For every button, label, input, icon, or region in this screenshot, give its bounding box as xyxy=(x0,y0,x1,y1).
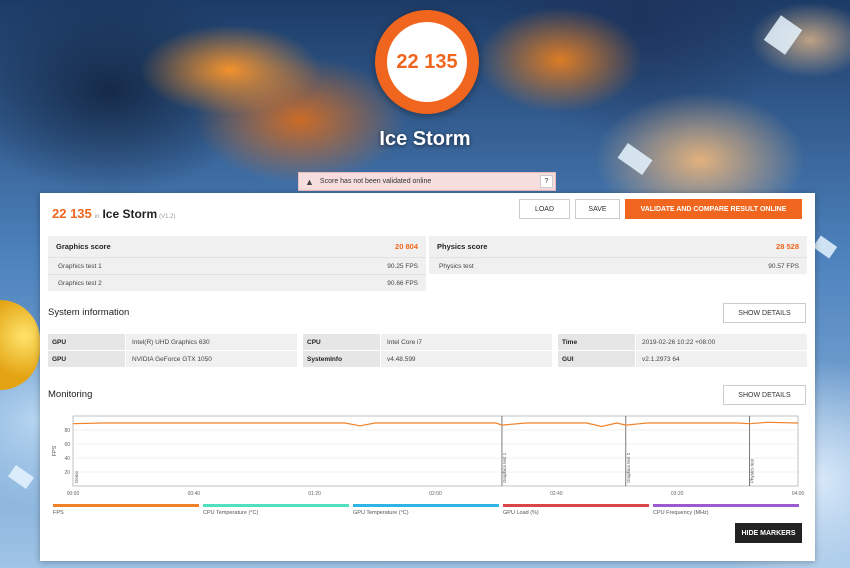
background-decoration xyxy=(0,300,40,390)
y-axis-label: FPS xyxy=(52,445,58,456)
x-tick-label: 00:40 xyxy=(188,491,201,497)
ice-crystal xyxy=(7,464,35,490)
graphics-test-1-value: 90.25 FPS xyxy=(387,262,418,270)
info-value: v2.1.2973 64 xyxy=(636,351,807,367)
legend-label: CPU Temperature (°C) xyxy=(203,510,259,516)
legend-label: GPU Temperature (°C) xyxy=(353,510,409,516)
system-info-group: CPU Intel Core i7 SystemInfo v4.48.599 xyxy=(303,334,552,368)
header-in: in xyxy=(94,214,100,220)
x-tick-label: 00:00 xyxy=(67,491,80,497)
physics-score-label: Physics score xyxy=(437,242,488,251)
system-info-row: CPU Intel Core i7 xyxy=(303,334,552,350)
physics-test-label: Physics test xyxy=(439,262,474,270)
x-tick-label: 02:40 xyxy=(550,491,563,497)
legend-item[interactable]: CPU Frequency (MHz) xyxy=(653,504,799,518)
chart-marker-label: Physics test xyxy=(750,458,755,483)
system-info-row: GPU Intel(R) UHD Graphics 630 xyxy=(48,334,297,350)
validate-button[interactable]: VALIDATE AND COMPARE RESULT ONLINE xyxy=(625,199,802,219)
system-info-row: GUI v2.1.2973 64 xyxy=(558,351,807,367)
system-info-title: System information xyxy=(48,307,130,318)
score-value: 22 135 xyxy=(387,22,467,102)
validation-warning: ▲ Score has not been validated online ? xyxy=(298,172,556,191)
legend-color-bar xyxy=(203,504,349,507)
info-value: Intel Core i7 xyxy=(381,334,552,350)
info-value: v4.48.599 xyxy=(381,351,552,367)
y-tick-label: 60 xyxy=(64,442,70,448)
monitoring-title: Monitoring xyxy=(48,389,93,400)
ice-crystal xyxy=(763,15,803,55)
graphics-test-2-label: Graphics test 2 xyxy=(58,279,102,287)
graphics-score-value: 20 804 xyxy=(395,242,418,251)
legend-label: GPU Load (%) xyxy=(503,510,539,516)
y-tick-label: 40 xyxy=(64,456,70,462)
info-key: GPU xyxy=(48,351,125,367)
info-key: GUI xyxy=(558,351,635,367)
graphics-test-1-row: Graphics test 1 90.25 FPS xyxy=(48,257,426,274)
legend-color-bar xyxy=(653,504,799,507)
chart-plot-area xyxy=(72,415,799,487)
info-key: CPU xyxy=(303,334,380,350)
legend-label: FPS xyxy=(53,510,64,516)
score-badge: 22 135 xyxy=(375,10,479,114)
physics-score-box: Physics score 28 528 Physics test 90.57 … xyxy=(429,236,807,274)
graphics-score-box: Graphics score 20 804 Graphics test 1 90… xyxy=(48,236,426,291)
info-key: GPU xyxy=(48,334,125,350)
info-value: NVIDIA GeForce GTX 1050 xyxy=(126,351,297,367)
info-key: SystemInfo xyxy=(303,351,380,367)
x-tick-label: 01:20 xyxy=(308,491,321,497)
header-score: 22 135 xyxy=(52,206,92,221)
monitoring-legend: FPS CPU Temperature (°C) GPU Temperature (… xyxy=(53,504,803,518)
chart-marker-label: Graphics test 1 xyxy=(502,452,507,483)
legend-item[interactable]: GPU Load (%) xyxy=(503,504,649,518)
y-tick-label: 20 xyxy=(64,470,70,476)
legend-color-bar xyxy=(53,504,199,507)
header-test-name: Ice Storm xyxy=(102,207,158,221)
graphics-test-2-value: 90.66 FPS xyxy=(387,279,418,287)
save-button[interactable]: SAVE xyxy=(575,199,620,219)
info-value: 2019-02-26 10:22 +08:00 xyxy=(636,334,807,350)
x-tick-label: 02:00 xyxy=(429,491,442,497)
system-info-row: Time 2019-02-26 10:22 +08:00 xyxy=(558,334,807,350)
legend-color-bar xyxy=(353,504,499,507)
chart-marker-label: Graphics test 2 xyxy=(626,452,631,483)
warning-icon: ▲ xyxy=(305,176,314,187)
hide-markers-button[interactable]: HIDE MARKERS xyxy=(735,523,802,543)
system-info-row: SystemInfo v4.48.599 xyxy=(303,351,552,367)
test-title: Ice Storm xyxy=(379,128,471,150)
x-tick-label: 04:00 xyxy=(792,491,805,497)
header-version: (V1.2) xyxy=(159,214,176,220)
warning-text: Score has not been validated online xyxy=(319,178,432,185)
monitoring-show-details-button[interactable]: SHOW DETAILS xyxy=(723,385,806,405)
info-value: Intel(R) UHD Graphics 630 xyxy=(126,334,297,350)
legend-item[interactable]: GPU Temperature (°C) xyxy=(353,504,499,518)
monitoring-chart: 20 40 60 80 FPS 00:00 00:40 01:20 02:00 02:40 03:2… xyxy=(52,415,805,497)
physics-test-row: Physics test 90.57 FPS xyxy=(429,257,807,274)
legend-item[interactable]: CPU Temperature (°C) xyxy=(203,504,349,518)
graphics-score-row: Graphics score 20 804 xyxy=(48,236,426,257)
y-tick-label: 80 xyxy=(64,428,70,434)
legend-item[interactable]: FPS xyxy=(53,504,199,518)
info-key: Time xyxy=(558,334,635,350)
result-header: 22 135 in Ice Storm (V1.2) xyxy=(52,206,175,221)
result-panel: 22 135 in Ice Storm (V1.2) LOAD SAVE VAL… xyxy=(40,193,815,561)
x-tick-label: 03:20 xyxy=(671,491,684,497)
physics-test-value: 90.57 FPS xyxy=(768,262,799,270)
system-info-row: GPU NVIDIA GeForce GTX 1050 xyxy=(48,351,297,367)
graphics-test-1-label: Graphics test 1 xyxy=(58,262,102,270)
system-show-details-button[interactable]: SHOW DETAILS xyxy=(723,303,806,323)
ice-crystal xyxy=(812,235,838,259)
legend-label: CPU Frequency (MHz) xyxy=(653,510,709,516)
graphics-score-label: Graphics score xyxy=(56,242,111,251)
physics-score-value: 28 528 xyxy=(776,242,799,251)
system-info-group: GPU Intel(R) UHD Graphics 630 GPU NVIDIA… xyxy=(48,334,297,368)
graphics-test-2-row: Graphics test 2 90.66 FPS xyxy=(48,274,426,291)
physics-score-row: Physics score 28 528 xyxy=(429,236,807,257)
system-info-group: Time 2019-02-26 10:22 +08:00 GUI v2.1.29… xyxy=(558,334,807,368)
legend-color-bar xyxy=(503,504,649,507)
chart-marker-label: Demo xyxy=(74,470,79,483)
load-button[interactable]: LOAD xyxy=(519,199,570,219)
help-button[interactable]: ? xyxy=(540,175,553,188)
